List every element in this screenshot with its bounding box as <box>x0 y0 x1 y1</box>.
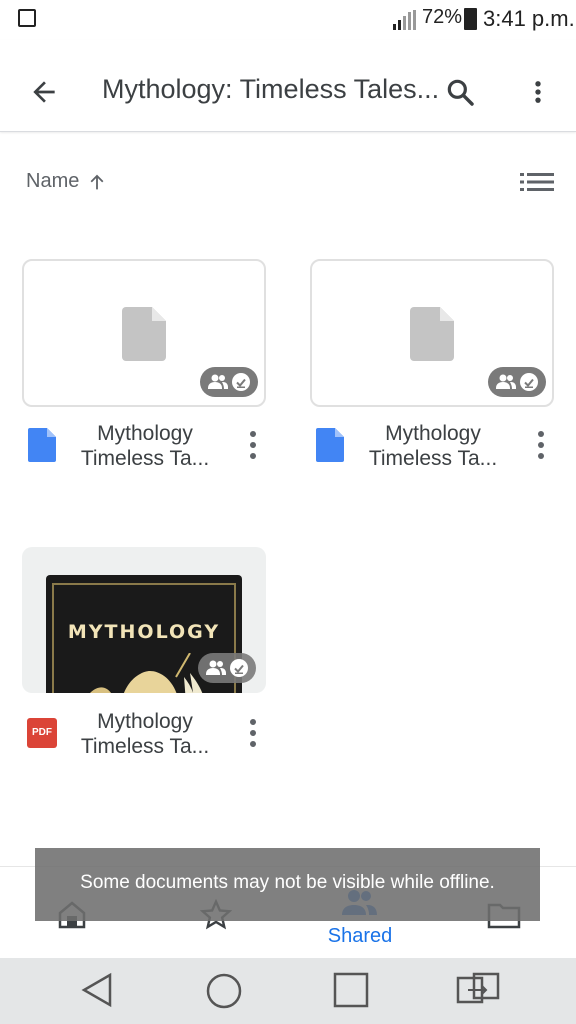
system-recents-icon[interactable] <box>333 972 369 1008</box>
system-back-icon[interactable] <box>80 972 114 1008</box>
file-thumbnail[interactable] <box>310 259 554 407</box>
nav-label-shared[interactable]: Shared <box>310 925 410 948</box>
pdf-icon: PDF <box>27 718 57 748</box>
page-title: Mythology: Timeless Tales... <box>102 74 440 104</box>
shared-offline-badge <box>198 653 256 683</box>
battery-percent: 72% <box>422 6 463 28</box>
shared-offline-badge <box>200 367 258 397</box>
offline-check-icon <box>232 373 250 391</box>
cover-title: MYTHOLOGY <box>67 621 221 643</box>
shared-people-icon <box>208 374 228 389</box>
google-doc-icon <box>28 428 56 462</box>
status-bar: 72% 3:41 p.m. <box>0 0 576 40</box>
file-name-line: Mythology <box>385 422 481 445</box>
offline-check-icon <box>230 659 248 677</box>
file-more-icon[interactable] <box>247 718 259 748</box>
system-navigation-bar <box>0 958 576 1024</box>
file-name-line: Mythology <box>97 422 193 445</box>
shared-people-icon <box>206 660 226 675</box>
file-thumbnail[interactable] <box>22 259 266 407</box>
back-arrow-icon[interactable] <box>28 76 60 108</box>
google-doc-icon <box>316 428 344 462</box>
file-name-line: Timeless Ta... <box>80 447 210 470</box>
offline-check-icon <box>520 373 538 391</box>
search-icon[interactable] <box>444 76 476 108</box>
file-name-line: Mythology <box>97 710 193 733</box>
document-placeholder-icon <box>410 307 454 361</box>
sort-ascending-arrow-icon[interactable] <box>86 170 108 194</box>
file-name: Mythology Timeless Ta... <box>65 709 225 759</box>
sort-by-name-button[interactable]: Name <box>26 170 79 193</box>
file-name: Mythology Timeless Ta... <box>353 421 513 471</box>
file-name: Mythology Timeless Ta... <box>65 421 225 471</box>
shared-offline-badge <box>488 367 546 397</box>
file-thumbnail[interactable]: MYTHOLOGY <box>22 547 266 693</box>
file-more-icon[interactable] <box>247 430 259 460</box>
clock: 3:41 p.m. <box>483 6 575 31</box>
file-more-icon[interactable] <box>535 430 547 460</box>
app-bar: Mythology: Timeless Tales... <box>0 40 576 132</box>
system-home-icon[interactable] <box>205 972 243 1010</box>
more-vert-icon[interactable] <box>524 76 552 108</box>
toast-message: Some documents may not be visible while … <box>80 872 495 893</box>
shared-people-icon <box>496 374 516 389</box>
gallery-icon <box>18 9 36 27</box>
helmet-illustration <box>90 653 203 693</box>
file-name-line: Timeless Ta... <box>368 447 498 470</box>
list-view-icon[interactable] <box>520 172 554 192</box>
dual-window-icon[interactable] <box>456 972 500 1008</box>
document-placeholder-icon <box>122 307 166 361</box>
battery-icon <box>464 8 477 30</box>
offline-toast: Some documents may not be visible while … <box>35 848 540 921</box>
file-name-line: Timeless Ta... <box>80 735 210 758</box>
signal-icon <box>393 10 416 30</box>
